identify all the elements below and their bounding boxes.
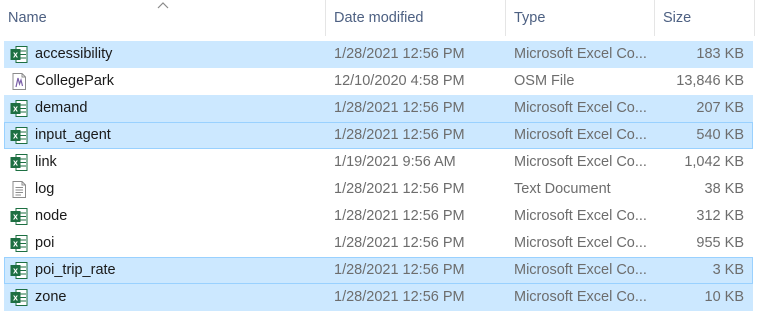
file-size: 1,042 KB xyxy=(684,154,744,170)
file-date-modified: 1/28/2021 12:56 PM xyxy=(334,181,465,197)
svg-text:x: x xyxy=(13,158,18,168)
file-size: 955 KB xyxy=(696,235,744,251)
file-type: Microsoft Excel Co... xyxy=(514,46,647,62)
osm-file-icon xyxy=(10,72,28,91)
file-row[interactable]: x input_agent 1/28/2021 12:56 PM Microsoft … xyxy=(4,122,753,149)
file-name: poi xyxy=(35,235,55,251)
file-size: 540 KB xyxy=(696,127,744,143)
file-date-modified: 1/28/2021 12:56 PM xyxy=(334,46,465,62)
file-row[interactable]: CollegePark 12/10/2020 4:58 PM OSM File 13,… xyxy=(4,68,753,95)
file-date-modified: 1/28/2021 12:56 PM xyxy=(334,289,465,305)
svg-text:x: x xyxy=(13,131,18,141)
excel-icon: x xyxy=(10,153,28,172)
column-header-bar: Name Date modified Type Size xyxy=(0,0,757,36)
excel-icon: x xyxy=(10,99,28,118)
svg-text:x: x xyxy=(13,266,18,276)
file-size: 207 KB xyxy=(696,100,744,116)
file-name: input_agent xyxy=(35,127,111,143)
file-date-modified: 1/28/2021 12:56 PM xyxy=(334,208,465,224)
file-type: OSM File xyxy=(514,73,575,89)
file-size: 13,846 KB xyxy=(676,73,744,89)
file-size: 312 KB xyxy=(696,208,744,224)
file-size: 3 KB xyxy=(712,262,744,278)
file-date-modified: 1/19/2021 9:56 AM xyxy=(334,154,456,170)
file-type: Text Document xyxy=(514,181,611,197)
file-type: Microsoft Excel Co... xyxy=(514,154,647,170)
file-row[interactable]: x accessibility 1/28/2021 12:56 PM Microsof… xyxy=(4,41,753,68)
file-date-modified: 1/28/2021 12:56 PM xyxy=(334,127,465,143)
file-row[interactable]: log 1/28/2021 12:56 PM Text Document 38 KB xyxy=(4,176,753,203)
column-header-type-label: Type xyxy=(514,10,546,26)
file-type: Microsoft Excel Co... xyxy=(514,235,647,251)
file-type: Microsoft Excel Co... xyxy=(514,208,647,224)
svg-text:x: x xyxy=(13,104,18,114)
file-row[interactable]: x demand 1/28/2021 12:56 PM Microsoft Excel… xyxy=(4,95,753,122)
file-row[interactable]: x poi_trip_rate 1/28/2021 12:56 PM Microsof… xyxy=(4,257,753,284)
column-header-size[interactable]: Size xyxy=(655,0,755,36)
file-date-modified: 1/28/2021 12:56 PM xyxy=(334,235,465,251)
text-document-icon xyxy=(10,180,28,199)
file-name: demand xyxy=(35,100,88,116)
file-size: 183 KB xyxy=(696,46,744,62)
file-name: CollegePark xyxy=(35,73,114,89)
file-type: Microsoft Excel Co... xyxy=(514,262,647,278)
column-header-type[interactable]: Type xyxy=(506,0,655,36)
file-name: log xyxy=(35,181,55,197)
excel-icon: x xyxy=(10,261,28,280)
file-type: Microsoft Excel Co... xyxy=(514,127,647,143)
file-date-modified: 1/28/2021 12:56 PM xyxy=(334,262,465,278)
file-size: 38 KB xyxy=(704,181,745,197)
file-row[interactable]: x node 1/28/2021 12:56 PM Microsoft Excel C… xyxy=(4,203,753,230)
file-type: Microsoft Excel Co... xyxy=(514,289,647,305)
excel-icon: x xyxy=(10,207,28,226)
file-row[interactable]: x zone 1/28/2021 12:56 PM Microsoft Excel C… xyxy=(4,284,753,311)
file-row[interactable]: x poi 1/28/2021 12:56 PM Microsoft Excel Co… xyxy=(4,230,753,257)
column-header-date-label: Date modified xyxy=(334,10,424,26)
file-name: node xyxy=(35,208,68,224)
file-name: poi_trip_rate xyxy=(35,262,116,278)
file-name: link xyxy=(35,154,57,170)
column-header-name-label: Name xyxy=(8,10,47,26)
excel-icon: x xyxy=(10,288,28,307)
column-header-date-modified[interactable]: Date modified xyxy=(326,0,506,36)
column-header-name[interactable]: Name xyxy=(0,0,326,36)
file-date-modified: 12/10/2020 4:58 PM xyxy=(334,73,465,89)
file-size: 10 KB xyxy=(704,289,745,305)
svg-text:x: x xyxy=(13,293,18,303)
file-date-modified: 1/28/2021 12:56 PM xyxy=(334,100,465,116)
excel-icon: x xyxy=(10,45,28,64)
svg-text:x: x xyxy=(13,212,18,222)
file-row[interactable]: x link 1/19/2021 9:56 AM Microsoft Excel Co… xyxy=(4,149,753,176)
svg-text:x: x xyxy=(13,239,18,249)
file-type: Microsoft Excel Co... xyxy=(514,100,647,116)
file-name: accessibility xyxy=(35,46,113,62)
column-header-size-label: Size xyxy=(663,10,692,26)
svg-text:x: x xyxy=(13,50,18,60)
file-name: zone xyxy=(35,289,67,305)
excel-icon: x xyxy=(10,126,28,145)
excel-icon: x xyxy=(10,234,28,253)
